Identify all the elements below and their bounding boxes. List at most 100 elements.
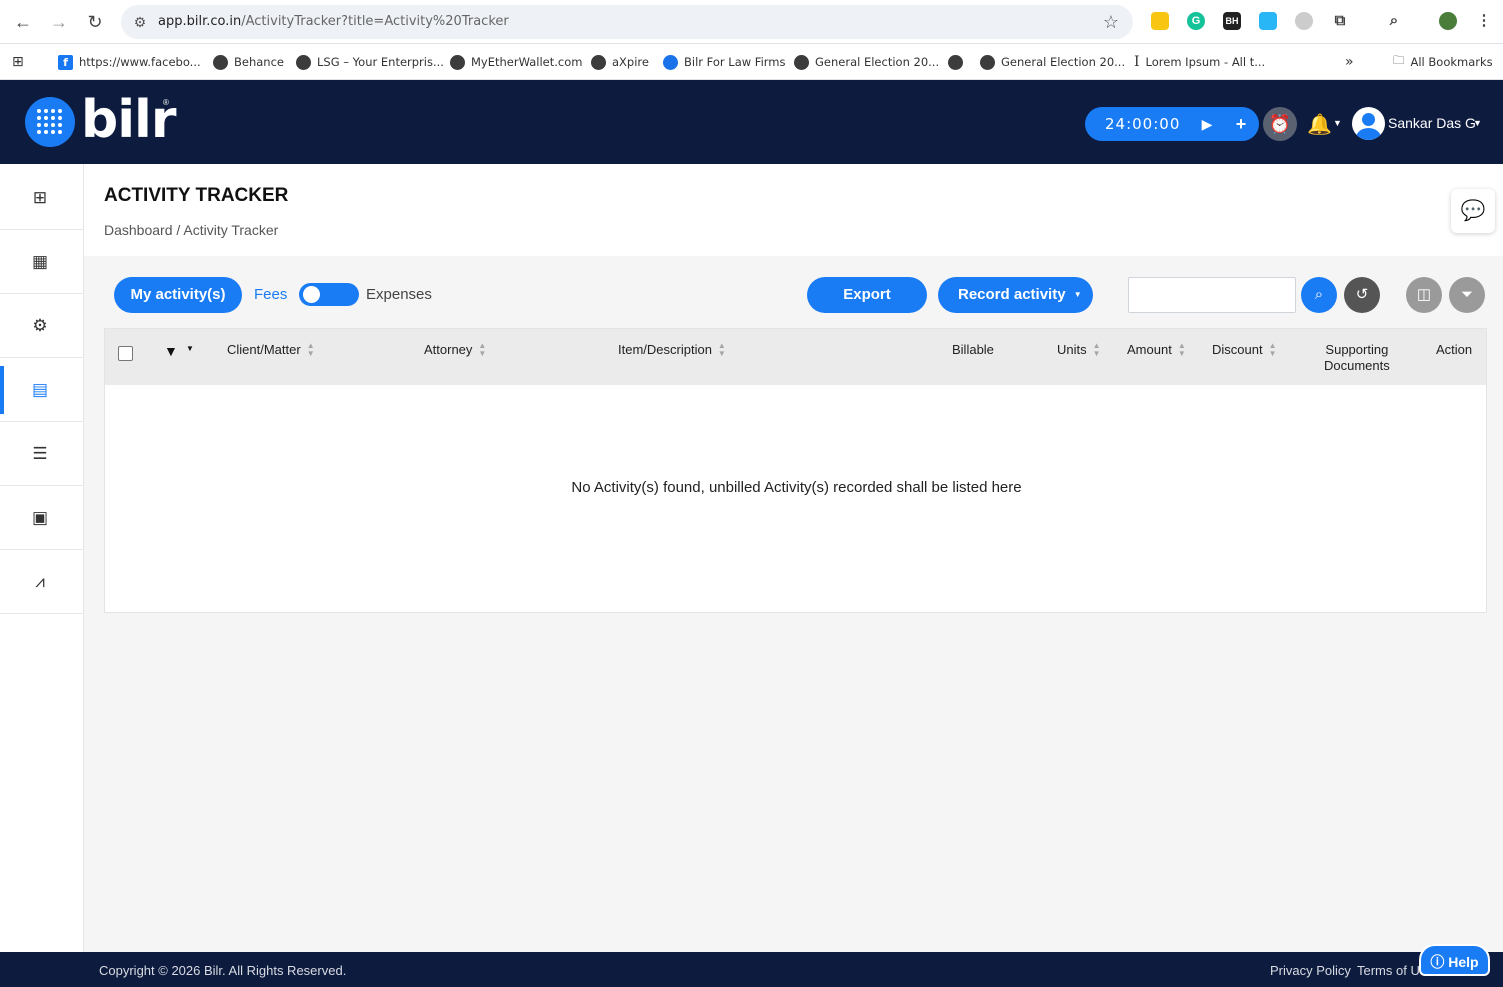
timer-widget: 24:00:00 ▶ + (1085, 107, 1259, 141)
grammarly-icon[interactable]: G (1187, 12, 1205, 30)
site-settings-icon[interactable]: ⚙ (131, 13, 149, 31)
column-discount[interactable]: Discount ▲ ▼ (1212, 342, 1277, 358)
column-label: Item/Description (618, 342, 712, 357)
column-attorney[interactable]: Attorney ▲ ▼ (424, 342, 486, 358)
address-bar[interactable]: ⚙ app.bilr.co.in/ActivityTracker?title=A… (121, 5, 1133, 39)
apps-grid-icon[interactable]: ⊞ (12, 53, 24, 71)
copyright: Copyright © 2026 Bilr. All Rights Reserv… (99, 963, 347, 978)
footer: Copyright © 2026 Bilr. All Rights Reserv… (0, 952, 1503, 987)
sidebar-item-clients[interactable]: ⚙ (0, 294, 83, 358)
back-arrow-icon[interactable]: ← (12, 11, 34, 33)
avatar[interactable] (1352, 107, 1385, 140)
reset-icon[interactable]: ↺ (1344, 277, 1380, 313)
columns-icon[interactable]: ◫ (1406, 277, 1442, 313)
sidebar-item-dashboard[interactable]: ▦ (0, 230, 83, 294)
column-supporting-documents: Supporting Documents (1324, 342, 1390, 373)
column-client-matter[interactable]: Client/Matter ▲ ▼ (227, 342, 315, 358)
play-icon[interactable]: ▶ (1197, 114, 1217, 134)
logo-mark[interactable] (25, 97, 75, 147)
column-filter-icon[interactable]: ▼ (164, 343, 178, 359)
column-units[interactable]: Units ▲ ▼ (1057, 342, 1101, 358)
browser-toolbar: ← → ↻ ⚙ app.bilr.co.in/ActivityTracker?t… (0, 0, 1503, 44)
bookmark-item[interactable]: I Lorem Ipsum - All t... (1134, 53, 1265, 71)
globe-icon (450, 54, 465, 70)
search-icon[interactable]: ⌕ (1301, 277, 1337, 313)
bookmark-item[interactable]: MyEtherWallet.com (450, 53, 582, 71)
search-input[interactable] (1128, 277, 1296, 313)
tab-search-icon[interactable]: ⌕ (1385, 12, 1403, 30)
column-item-description[interactable]: Item/Description ▲ ▼ (618, 342, 726, 358)
logo-text[interactable]: bilr (81, 92, 177, 148)
clipboard-icon: ▣ (31, 508, 49, 527)
column-label: Client/Matter (227, 342, 301, 357)
sidebar-item-billing[interactable]: ▣ (0, 486, 83, 550)
column-amount[interactable]: Amount ▲ ▼ (1127, 342, 1186, 358)
extensions-puzzle-icon[interactable]: ⧉ (1331, 12, 1349, 30)
fees-expenses-toggle[interactable] (299, 283, 359, 306)
bookmark-item[interactable]: Behance (213, 53, 284, 71)
column-label: Supporting (1325, 342, 1389, 357)
fees-label: Fees (254, 286, 288, 303)
my-activities-button[interactable]: My activity(s) (114, 277, 242, 313)
forward-arrow-icon[interactable]: → (48, 11, 70, 33)
document-icon: ☰ (32, 444, 48, 463)
page-header: ACTIVITY TRACKER Dashboard / Activity Tr… (84, 164, 1503, 256)
bilr-icon (663, 54, 678, 70)
chart-icon: ⩘ (35, 572, 45, 591)
lorem-icon: I (1134, 54, 1140, 70)
column-label: Billable (952, 342, 994, 357)
chevron-down-icon[interactable]: ▼ (186, 344, 194, 353)
sort-icon: ▲ ▼ (478, 341, 487, 358)
sidebar-item-invoices[interactable]: ☰ (0, 422, 83, 486)
bookmark-item[interactable] (948, 53, 969, 71)
bookmark-item[interactable]: LSG – Your Enterpris... (296, 53, 444, 71)
expenses-label: Expenses (366, 286, 432, 303)
sort-icon: ▲ ▼ (306, 341, 315, 358)
extension-check-icon[interactable] (1259, 12, 1277, 30)
help-button[interactable]: ⓘ Help (1419, 944, 1490, 976)
alarm-clock-icon[interactable]: ⏰ (1263, 107, 1297, 141)
bookmark-item[interactable]: aXpire (591, 53, 649, 71)
export-button[interactable]: Export (807, 277, 927, 313)
bookmark-item[interactable]: General Election 20... (794, 53, 939, 71)
logo-registered: ® (163, 98, 169, 107)
extension-bh-icon[interactable]: BH (1223, 12, 1241, 30)
all-bookmarks[interactable]: 🗀 All Bookmarks (1393, 53, 1493, 71)
user-name[interactable]: Sankar Das G (1388, 115, 1476, 131)
extension-keep-icon[interactable] (1151, 12, 1169, 30)
page-title: ACTIVITY TRACKER (104, 185, 289, 206)
breadcrumb[interactable]: Dashboard / Activity Tracker (104, 222, 278, 238)
chevron-down-icon[interactable]: ▼ (1473, 118, 1482, 128)
bell-icon[interactable]: 🔔 (1307, 112, 1332, 137)
browser-menu-icon[interactable]: ⋮ (1475, 12, 1493, 30)
url-text: app.bilr.co.in/ActivityTracker?title=Act… (158, 14, 509, 29)
app-header: bilr ® 24:00:00 ▶ + ⏰ 🔔 ▼ Sankar Das G ▼ (0, 80, 1503, 164)
globe-icon (794, 54, 809, 70)
chevron-down-icon[interactable]: ▼ (1333, 118, 1342, 128)
sidebar-item-reports[interactable]: ⩘ (0, 550, 83, 614)
bookmark-item[interactable]: General Election 20... (980, 53, 1125, 71)
filter-icon[interactable]: ⏷ (1449, 277, 1485, 313)
activity-table: ▼ ▼ Client/Matter ▲ ▼ Attorney ▲ ▼ Item/Desc… (104, 328, 1487, 613)
bookmark-item[interactable]: Bilr For Law Firms (663, 53, 786, 71)
timer-display: 24:00:00 (1105, 115, 1181, 133)
select-all-checkbox[interactable] (118, 346, 133, 361)
record-activity-button[interactable]: Record activity ▼ (938, 277, 1093, 313)
sort-icon: ▲ ▼ (717, 341, 726, 358)
profile-avatar-icon[interactable] (1439, 12, 1457, 30)
bookmark-star-icon[interactable]: ☆ (1103, 12, 1119, 33)
privacy-policy-link[interactable]: Privacy Policy (1270, 963, 1351, 978)
sort-icon: ▲ ▼ (1092, 341, 1101, 358)
globe-icon (591, 54, 606, 70)
add-timer-icon[interactable]: + (1231, 114, 1251, 134)
sidebar-item-add[interactable]: ⊞ (0, 166, 83, 230)
extension-globe-icon[interactable] (1295, 12, 1313, 30)
sidebar-item-activity-tracker[interactable]: ▤ (0, 358, 83, 422)
feedback-chat-icon[interactable]: 💬 (1451, 189, 1495, 233)
bookmarks-bar: ⊞ f https://www.facebo... Behance LSG – Y… (0, 44, 1503, 80)
folder-icon: 🗀 (1393, 52, 1405, 67)
bookmarks-overflow-icon[interactable]: » (1345, 53, 1354, 71)
column-billable: Billable (952, 342, 994, 357)
reload-icon[interactable]: ↻ (84, 11, 106, 33)
bookmark-item[interactable]: f https://www.facebo... (58, 53, 201, 71)
